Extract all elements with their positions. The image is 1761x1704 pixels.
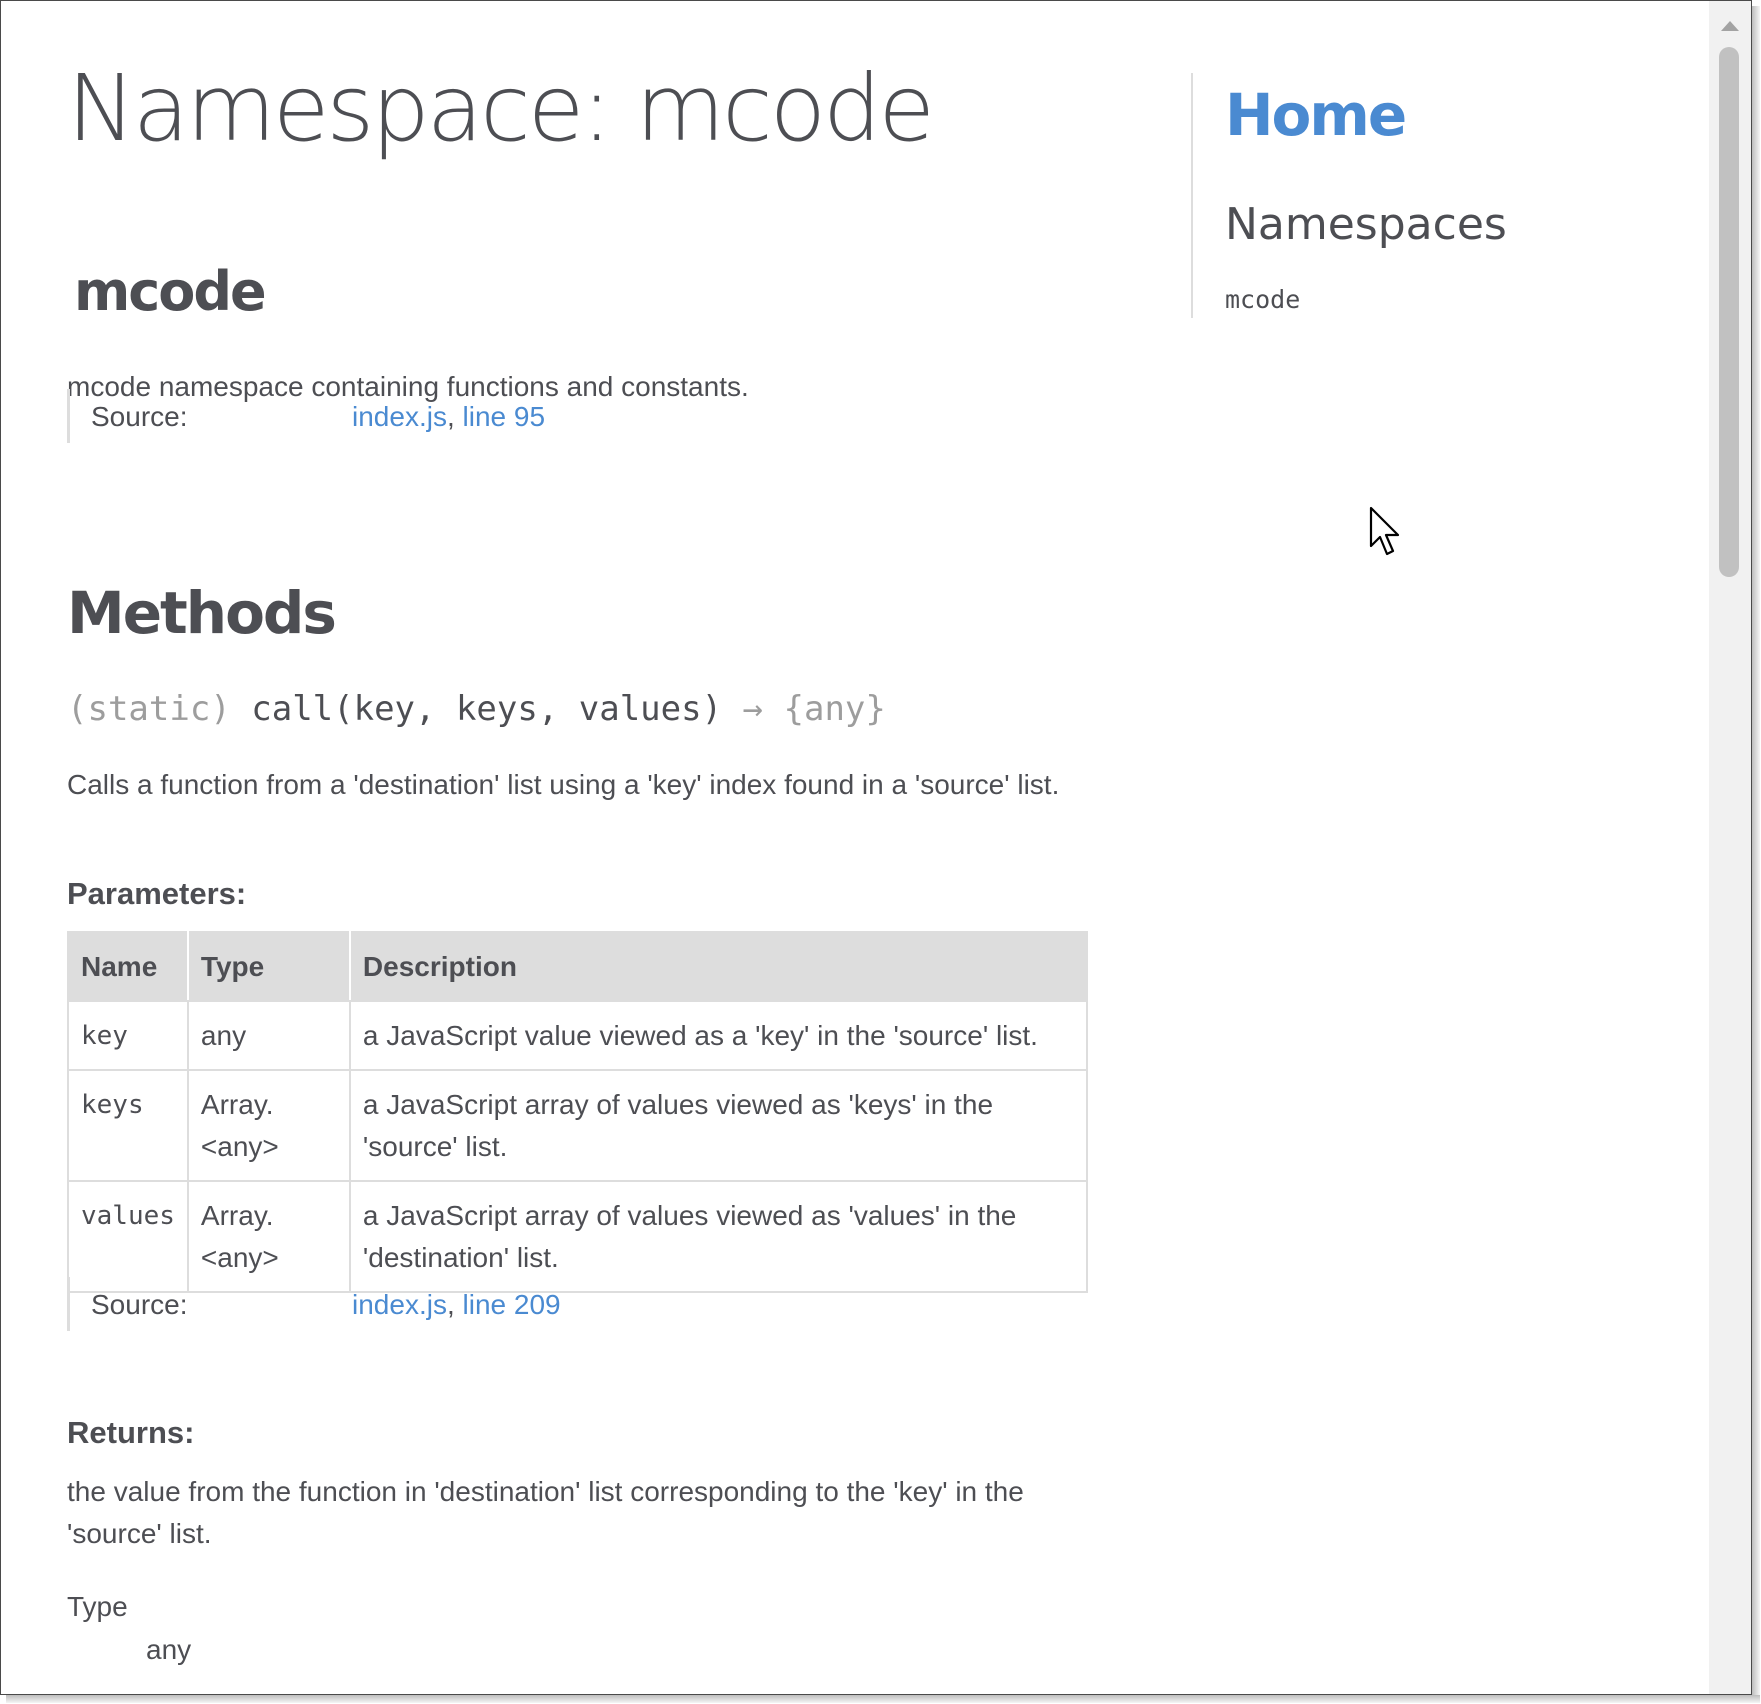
vertical-scrollbar[interactable] bbox=[1709, 1, 1751, 1694]
param-description: a JavaScript array of values viewed as '… bbox=[348, 1180, 1089, 1293]
triangle-up-icon[interactable] bbox=[1709, 13, 1751, 37]
signature-name: call(key, keys, values) bbox=[251, 689, 723, 729]
source-line-link[interactable]: line 95 bbox=[463, 401, 546, 432]
window-shadow-right bbox=[1752, 6, 1760, 1698]
signature-modifier: (static) bbox=[67, 689, 231, 729]
method-signature: (static) call(key, keys, values) → {any} bbox=[67, 689, 886, 729]
returns-type-value: any bbox=[146, 1634, 192, 1665]
method-source: Source: index.js, line 209 bbox=[67, 1277, 767, 1331]
source-links: index.js, line 95 bbox=[352, 401, 545, 433]
source-file-link[interactable]: index.js bbox=[352, 401, 447, 432]
window-shadow-bottom bbox=[6, 1695, 1760, 1703]
namespace-name: mcode bbox=[74, 260, 267, 323]
param-type: Array.<any> bbox=[186, 1180, 351, 1293]
signature-arrow: → bbox=[742, 689, 764, 729]
param-name: key bbox=[67, 1000, 189, 1071]
param-description: a JavaScript value viewed as a 'key' in … bbox=[348, 1000, 1089, 1071]
returns-heading: Returns: bbox=[67, 1415, 195, 1450]
table-row: key any a JavaScript value viewed as a '… bbox=[67, 1000, 1089, 1071]
source-separator: , bbox=[446, 401, 455, 432]
param-description: a JavaScript array of values viewed as '… bbox=[348, 1069, 1089, 1182]
returns-description: the value from the function in 'destinat… bbox=[67, 1476, 1024, 1549]
param-name: values bbox=[67, 1180, 189, 1293]
nav-item-mcode[interactable]: mcode bbox=[1225, 285, 1300, 314]
returns-type-label: Type bbox=[67, 1591, 128, 1622]
browser-viewport: Namespace: mcode mcode mcode namespace c… bbox=[0, 0, 1752, 1695]
table-header-row: Name Type Description bbox=[67, 931, 1089, 1002]
source-label: Source: bbox=[91, 401, 188, 432]
param-type: Array.<any> bbox=[186, 1069, 351, 1182]
source-links: index.js, line 209 bbox=[352, 1289, 561, 1321]
page-title: Namespace: mcode bbox=[67, 55, 935, 162]
nav-home-link[interactable]: Home bbox=[1225, 81, 1407, 149]
source-file-link[interactable]: index.js bbox=[352, 1289, 447, 1320]
mouse-pointer-icon bbox=[1369, 506, 1400, 556]
source-line-link[interactable]: line 209 bbox=[463, 1289, 561, 1320]
scrollbar-thumb[interactable] bbox=[1719, 47, 1739, 577]
param-type: any bbox=[186, 1000, 351, 1071]
sidebar-nav: Home Namespaces mcode bbox=[1191, 73, 1513, 318]
parameters-heading: Parameters: bbox=[67, 876, 247, 911]
nav-section-namespaces: Namespaces bbox=[1225, 199, 1507, 250]
table-row: keys Array.<any> a JavaScript array of v… bbox=[67, 1069, 1089, 1182]
table-row: values Array.<any> a JavaScript array of… bbox=[67, 1180, 1089, 1293]
column-header-description: Description bbox=[348, 931, 1089, 1002]
namespace-source: Source: index.js, line 95 bbox=[67, 389, 767, 443]
column-header-name: Name bbox=[67, 931, 189, 1002]
source-label: Source: bbox=[91, 1289, 188, 1320]
column-header-type: Type bbox=[186, 931, 351, 1002]
methods-heading: Methods bbox=[67, 579, 337, 647]
method-description: Calls a function from a 'destination' li… bbox=[67, 769, 1060, 800]
source-separator: , bbox=[446, 1289, 455, 1320]
signature-return-type: {any} bbox=[783, 689, 886, 729]
param-name: keys bbox=[67, 1069, 189, 1182]
parameters-table: Name Type Description key any a JavaScri… bbox=[67, 931, 1089, 1293]
